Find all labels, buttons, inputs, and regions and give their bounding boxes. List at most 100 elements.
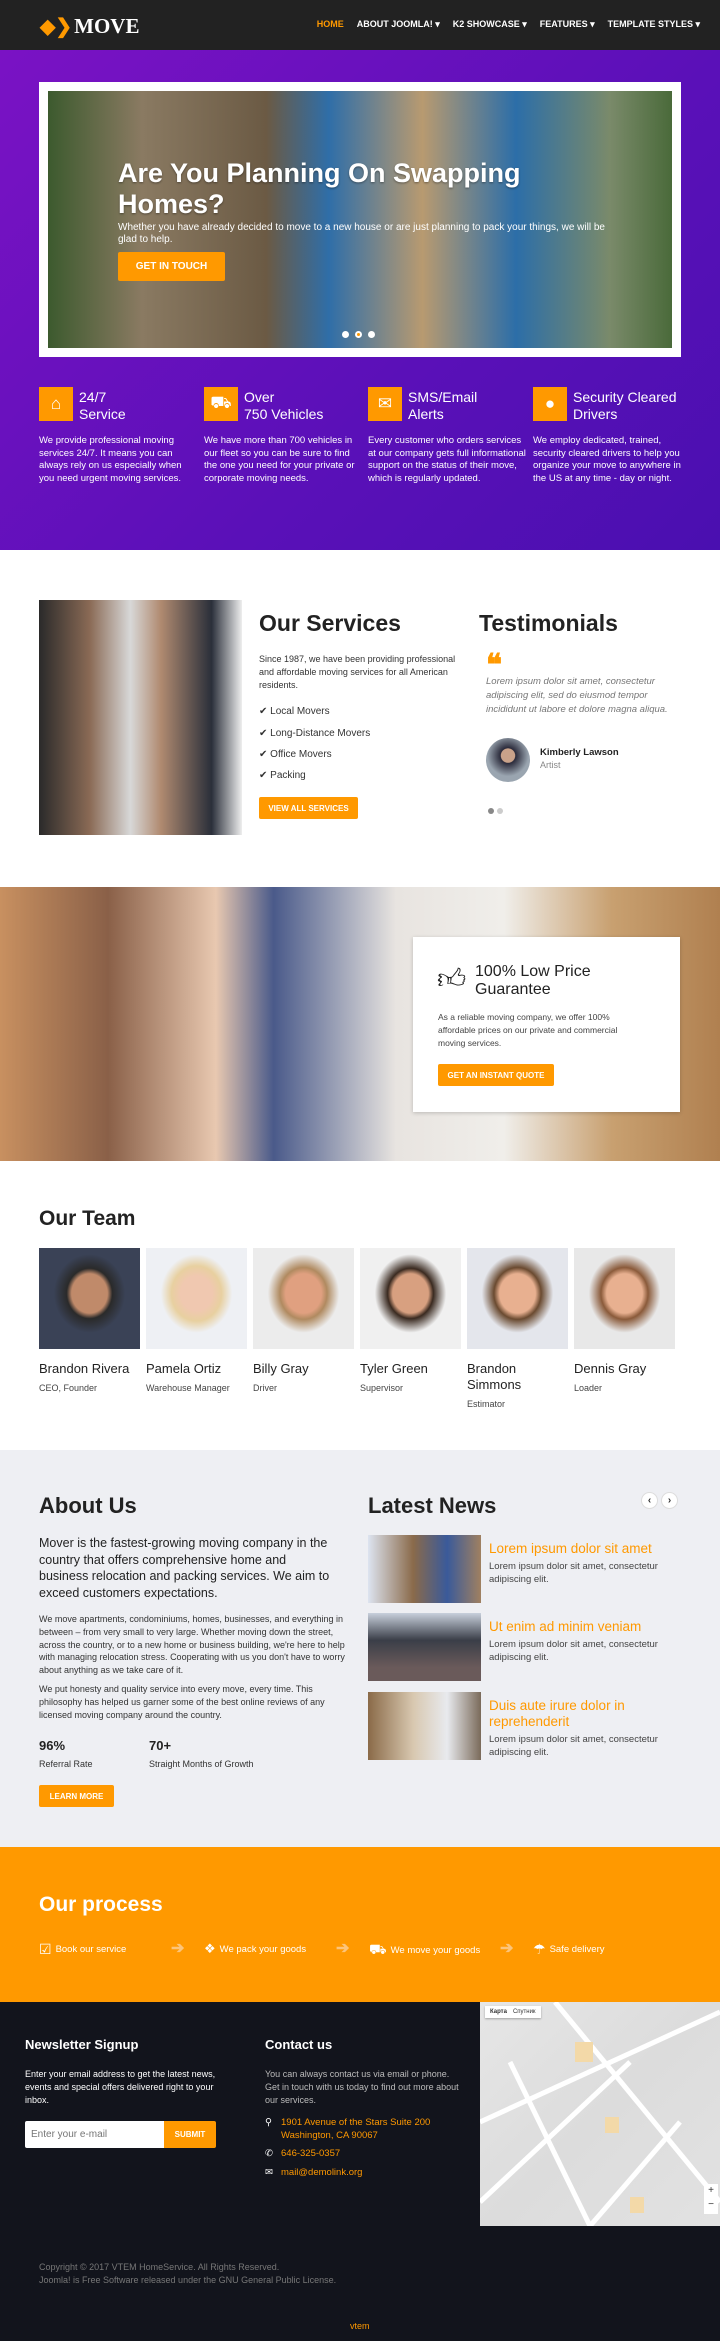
arrow-right-icon: ➔ xyxy=(171,1940,185,1957)
checkbox-icon: ☑ xyxy=(39,1941,52,1957)
nav-k2-showcase[interactable]: K2 SHOWCASE ▾ xyxy=(453,19,527,30)
email-input[interactable] xyxy=(25,2121,164,2148)
truck-icon: ⛟ xyxy=(204,387,238,421)
slide-dot[interactable] xyxy=(342,331,349,338)
feature-vehicles: ⛟ Over 750 Vehicles We have more than 700 v… xyxy=(204,387,355,484)
about-title: About Us xyxy=(39,1493,137,1518)
slide-dot[interactable] xyxy=(368,331,375,338)
logo[interactable]: ◆❯ MOVE xyxy=(40,14,139,39)
news-image xyxy=(368,1535,481,1603)
zoom-controls[interactable]: + − xyxy=(704,2184,718,2214)
news-title: Latest News xyxy=(368,1493,497,1518)
member-photo xyxy=(39,1248,140,1349)
member-photo xyxy=(146,1248,247,1349)
services-title: Our Services xyxy=(259,610,401,636)
service-item: ✔ Local Movers xyxy=(259,706,330,717)
chevrons-icon: ◆❯ xyxy=(40,16,73,38)
member-photo xyxy=(467,1248,568,1349)
news-image xyxy=(368,1692,481,1760)
contact-title: Contact us xyxy=(265,2037,333,2052)
service-item: ✔ Long-Distance Movers xyxy=(259,728,371,739)
thumbs-up-icon: 👍︎ xyxy=(437,963,467,994)
phone-icon: ✆ xyxy=(265,2148,273,2159)
contact-phone: ✆ 646-325-0357 xyxy=(265,2148,341,2159)
stat-label: Straight Months of Growth xyxy=(149,1759,254,1769)
testimonial-avatar xyxy=(486,738,530,782)
about-lead: Mover is the fastest-growing moving comp… xyxy=(39,1536,330,1600)
learn-more-button[interactable]: LEARN MORE xyxy=(39,1785,114,1807)
dropbox-icon: ❖ xyxy=(204,1941,216,1956)
get-instant-quote-button[interactable]: GET AN INSTANT QUOTE xyxy=(438,1064,554,1086)
testimonial-name: Kimberly Lawson xyxy=(540,747,619,758)
dot[interactable] xyxy=(497,808,503,814)
testimonial-dots xyxy=(488,808,503,814)
submit-button[interactable]: SUBMIT xyxy=(164,2121,216,2148)
team-member: Billy Gray Driver xyxy=(253,1248,354,1393)
service-item: ✔ Office Movers xyxy=(259,749,332,760)
map[interactable]: Карта Спутник + − xyxy=(478,2000,720,2228)
user-icon: ● xyxy=(533,387,567,421)
nav-about-joomla[interactable]: ABOUT JOOMLA! ▾ xyxy=(357,19,440,30)
news-item[interactable]: Duis aute irure dolor in reprehenderit Lo… xyxy=(368,1692,678,1760)
guarantee-title: 100% Low Price Guarantee xyxy=(475,963,591,998)
map-type-toggle: Карта Спутник xyxy=(485,2006,541,2018)
main-nav: HOME ABOUT JOOMLA! ▾ K2 SHOWCASE ▾ FEATU… xyxy=(317,19,700,30)
home-icon: ⌂ xyxy=(39,387,73,421)
team-member: Brandon Rivera CEO, Founder xyxy=(39,1248,140,1393)
map-tab[interactable]: Карта xyxy=(490,2009,507,2015)
satellite-tab[interactable]: Спутник xyxy=(513,2009,536,2015)
service-item: ✔ Packing xyxy=(259,770,306,781)
contact-address: ⚲ 1901 Avenue of the Stars Suite 200 Washi… xyxy=(265,2117,431,2141)
copyright: Copyright © 2017 VTEM HomeService. All R… xyxy=(39,2262,337,2285)
services-photo xyxy=(39,600,242,835)
arrow-right-icon: ➔ xyxy=(336,1940,350,1957)
team-member: Dennis Gray Loader xyxy=(574,1248,675,1393)
stat-label: Referral Rate xyxy=(39,1759,93,1769)
team-member: Tyler Green Supervisor xyxy=(360,1248,461,1393)
feature-alerts: ✉ SMS/Email Alerts Every customer who order… xyxy=(368,387,526,484)
truck-icon: ⛟ xyxy=(369,1941,387,1957)
member-photo xyxy=(253,1248,354,1349)
view-all-services-button[interactable]: VIEW ALL SERVICES xyxy=(259,797,358,819)
nav-home[interactable]: HOME xyxy=(317,19,344,30)
umbrella-icon: ☂ xyxy=(533,1941,546,1957)
testimonial-quote: Lorem ipsum dolor sit amet, consectetur … xyxy=(486,676,668,715)
newsletter-title: Newsletter Signup xyxy=(25,2037,139,2052)
map-pin-icon: ⚲ xyxy=(265,2117,272,2128)
slide-dot-active[interactable] xyxy=(355,331,362,338)
hero-title: Are You Planning On Swapping Homes? xyxy=(118,158,521,219)
team-title: Our Team xyxy=(39,1207,136,1230)
get-in-touch-button[interactable]: GET IN TOUCH xyxy=(118,252,225,281)
envelope-icon: ✉ xyxy=(265,2167,273,2178)
process-step: ❖ We pack your goods xyxy=(204,1941,307,1956)
contact-email: ✉ mail@demolink.org xyxy=(265,2167,363,2178)
member-photo xyxy=(574,1248,675,1349)
envelope-icon: ✉ xyxy=(368,387,402,421)
process-step: ☂ Safe delivery xyxy=(533,1941,605,1957)
dot-active[interactable] xyxy=(488,808,494,814)
vtem-link[interactable]: vtem xyxy=(350,2321,370,2331)
map-roads xyxy=(478,2000,720,2228)
news-image xyxy=(368,1613,481,1681)
nav-template-styles[interactable]: TEMPLATE STYLES ▾ xyxy=(608,19,700,30)
feature-24-7: ⌂ 24/7 Service We provide professional movi… xyxy=(39,387,182,484)
stat-value: 96% xyxy=(39,1738,66,1753)
about-paragraph: We move apartments, condominiums, homes,… xyxy=(39,1614,345,1676)
member-photo xyxy=(360,1248,461,1349)
team-member: Pamela Ortiz Warehouse Manager xyxy=(146,1248,247,1393)
process-section xyxy=(0,1847,720,2002)
testimonials-title: Testimonials xyxy=(479,610,618,636)
about-paragraph: We put honesty and quality service into … xyxy=(39,1684,325,1720)
prev-arrow-icon[interactable]: ‹ xyxy=(641,1492,658,1509)
next-arrow-icon[interactable]: › xyxy=(661,1492,678,1509)
hero-subtitle: Whether you have already decided to move… xyxy=(118,222,605,245)
arrow-right-icon: ➔ xyxy=(500,1940,514,1957)
nav-features[interactable]: FEATURES ▾ xyxy=(540,19,595,30)
newsletter-text: Enter your email address to get the late… xyxy=(25,2069,216,2105)
team-member: Brandon Simmons Estimator xyxy=(467,1248,568,1409)
news-item[interactable]: Lorem ipsum dolor sit amet Lorem ipsum do… xyxy=(368,1535,678,1603)
stat-value: 70+ xyxy=(149,1738,172,1753)
process-step: ☑ Book our service xyxy=(39,1941,127,1957)
news-item[interactable]: Ut enim ad minim veniam Lorem ipsum dolor… xyxy=(368,1613,678,1681)
guarantee-text: As a reliable moving company, we offer 1… xyxy=(438,1012,618,1048)
